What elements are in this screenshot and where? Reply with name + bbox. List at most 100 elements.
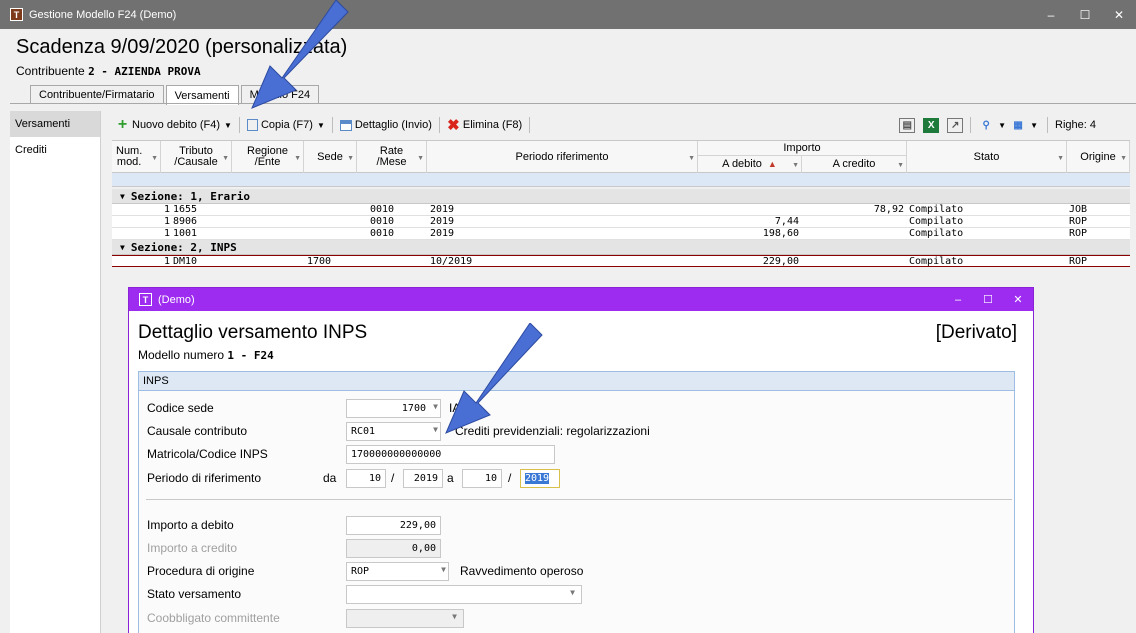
col-tributo[interactable]: Tributo /Causale ▼ bbox=[161, 141, 232, 173]
col-periodo[interactable]: Periodo riferimento ▼ bbox=[427, 141, 698, 173]
chevron-down-icon[interactable]: ▼ bbox=[1057, 153, 1064, 164]
cell-tributo: 8906 bbox=[173, 216, 198, 227]
section-header[interactable]: ▼ Sezione: 1, Erario bbox=[112, 189, 1130, 204]
new-debit-button[interactable]: + Nuovo debito (F4) ▼ bbox=[112, 115, 236, 135]
detail-label: Dettaglio (Invio) bbox=[354, 119, 432, 131]
window-titlebar: T Gestione Modello F24 (Demo) – ☐ ✕ bbox=[0, 0, 1136, 29]
causale-select[interactable]: RC01 ▼ bbox=[346, 422, 441, 441]
col-importo: Importo bbox=[698, 141, 907, 156]
chevron-down-icon[interactable]: ▼ bbox=[570, 588, 575, 597]
cell-tributo: 1655 bbox=[173, 204, 198, 215]
chevron-down-icon[interactable]: ▼ bbox=[792, 160, 799, 171]
detail-button[interactable]: Dettaglio (Invio) bbox=[336, 115, 436, 135]
minimize-icon[interactable]: – bbox=[943, 294, 973, 306]
col-sede[interactable]: Sede ▼ bbox=[304, 141, 357, 173]
chevron-down-icon[interactable]: ▼ bbox=[688, 153, 695, 164]
table-row[interactable]: 1 8906 0010 2019 7,44 Compilato ROP bbox=[112, 216, 1130, 228]
dettaglio-dialog: T (Demo) – ☐ ✕ Dettaglio versamento INPS… bbox=[128, 287, 1034, 633]
cell-periodo: 10/2019 bbox=[430, 256, 473, 267]
codice-sede-value: 1700 bbox=[401, 403, 426, 414]
copy-label: Copia (F7) bbox=[260, 119, 313, 131]
col-origine-label: Origine bbox=[1080, 150, 1116, 163]
table-row[interactable]: 1 1001 0010 2019 198,60 Compilato ROP bbox=[112, 228, 1130, 240]
sidebar-item-versamenti[interactable]: Versamenti bbox=[10, 111, 100, 137]
maximize-icon[interactable]: ☐ bbox=[973, 293, 1003, 306]
section-header[interactable]: ▼ Sezione: 2, INPS bbox=[112, 240, 1130, 255]
periodo-mese-da-input[interactable]: 10 bbox=[346, 469, 386, 488]
close-icon[interactable]: ✕ bbox=[1003, 293, 1033, 306]
tab-contribuente[interactable]: Contribuente/Firmatario bbox=[30, 85, 164, 104]
periodo-anno-a-input[interactable]: 2019 bbox=[520, 469, 560, 488]
table-row[interactable]: 1 1655 0010 2019 78,92 Compilato JOB bbox=[112, 204, 1130, 216]
chevron-down-icon[interactable]: ▼ bbox=[441, 565, 446, 574]
col-tributo-label: Tributo /Causale bbox=[174, 145, 218, 168]
grid-header: Num. mod. ▼ Tributo /Causale ▼ Regione /En… bbox=[112, 141, 1130, 173]
cell-debito: 7,44 bbox=[774, 216, 799, 227]
excel-icon[interactable]: X bbox=[923, 117, 940, 133]
cell-periodo: 2019 bbox=[430, 216, 455, 227]
minimize-icon[interactable]: – bbox=[1034, 8, 1068, 22]
sidebar-item-crediti[interactable]: Crediti bbox=[10, 137, 100, 163]
collapse-triangle-icon[interactable]: ▼ bbox=[120, 192, 125, 201]
col-num-label: Num. mod. bbox=[116, 145, 143, 168]
table-row-selected[interactable]: 1 DM10 1700 10/2019 229,00 Compilato ROP bbox=[112, 255, 1130, 267]
matricola-input[interactable]: 170000000000000 bbox=[346, 445, 555, 464]
col-origine[interactable]: Origine ▼ bbox=[1067, 141, 1130, 173]
cell-stato: Compilato bbox=[909, 256, 964, 267]
filter-row[interactable] bbox=[112, 173, 1130, 187]
col-credito[interactable]: A credito ▼ bbox=[802, 156, 907, 173]
versamenti-grid: Num. mod. ▼ Tributo /Causale ▼ Regione /En… bbox=[112, 140, 1130, 267]
section-label: Sezione: 1, Erario bbox=[130, 189, 251, 203]
periodo-anno-da-input[interactable]: 2019 bbox=[403, 469, 443, 488]
delete-button[interactable]: ✖ Elimina (F8) bbox=[443, 115, 526, 135]
chevron-down-icon[interactable]: ▼ bbox=[224, 121, 232, 130]
chevron-down-icon[interactable]: ▼ bbox=[151, 153, 158, 164]
cell-origine: JOB bbox=[1069, 204, 1088, 215]
toolbar-separator bbox=[438, 117, 440, 133]
columns-icon[interactable]: ▦ bbox=[1010, 118, 1026, 133]
importo-debito-input[interactable]: 229,00 bbox=[346, 516, 441, 535]
causale-value: RC01 bbox=[351, 426, 376, 437]
print-preview-icon[interactable]: ▤ bbox=[899, 117, 916, 133]
importo-credito-input: 0,00 bbox=[346, 539, 441, 558]
periodo-m2: 10 bbox=[484, 473, 497, 484]
contribuente-label: Contribuente bbox=[16, 64, 85, 78]
col-stato[interactable]: Stato ▼ bbox=[907, 141, 1067, 173]
tab-versamenti[interactable]: Versamenti bbox=[165, 85, 239, 105]
codice-sede-label: Codice sede bbox=[147, 401, 214, 415]
toolbar-separator bbox=[529, 117, 531, 133]
chevron-down-icon[interactable]: ▼ bbox=[1030, 121, 1038, 130]
toolbar-right: ▤ X ↗ ⚲ ▼ ▦ ▼ Righe: 4 bbox=[895, 114, 1096, 136]
chevron-down-icon[interactable]: ▼ bbox=[897, 160, 904, 171]
window-title: Gestione Modello F24 (Demo) bbox=[29, 8, 177, 21]
col-stato-label: Stato bbox=[973, 150, 1000, 163]
codice-sede-select[interactable]: 1700 ▼ bbox=[346, 399, 441, 418]
toolbar-separator bbox=[238, 117, 240, 133]
chevron-down-icon[interactable]: ▼ bbox=[222, 153, 229, 164]
importo-credito-value: 0,00 bbox=[411, 543, 436, 554]
chevron-down-icon[interactable]: ▼ bbox=[417, 153, 424, 164]
col-debito[interactable]: A debito ▲ ▼ bbox=[698, 156, 802, 173]
col-rate[interactable]: Rate /Mese ▼ bbox=[357, 141, 427, 173]
close-icon[interactable]: ✕ bbox=[1102, 8, 1136, 22]
search-filter-icon[interactable]: ⚲ bbox=[978, 118, 994, 133]
copy-icon bbox=[246, 119, 258, 131]
copy-button[interactable]: Copia (F7) ▼ bbox=[243, 115, 329, 135]
chevron-down-icon[interactable]: ▼ bbox=[998, 121, 1006, 130]
chevron-down-icon[interactable]: ▼ bbox=[294, 153, 301, 164]
collapse-triangle-icon[interactable]: ▼ bbox=[120, 243, 125, 252]
chevron-down-icon[interactable]: ▼ bbox=[317, 121, 325, 130]
periodo-mese-a-input[interactable]: 10 bbox=[462, 469, 502, 488]
maximize-icon[interactable]: ☐ bbox=[1068, 8, 1102, 22]
annotation-arrow-dialog bbox=[445, 323, 543, 434]
procedura-select[interactable]: ROP ▼ bbox=[346, 562, 449, 581]
col-regione[interactable]: Regione /Ente ▼ bbox=[232, 141, 304, 173]
chevron-down-icon[interactable]: ▼ bbox=[347, 153, 354, 164]
periodo-y2: 2019 bbox=[525, 473, 550, 484]
toolbar-separator bbox=[331, 117, 333, 133]
export-icon[interactable]: ↗ bbox=[947, 117, 964, 133]
col-regione-label: Regione /Ente bbox=[247, 145, 288, 168]
stato-versamento-select[interactable]: ▼ bbox=[346, 585, 582, 604]
chevron-down-icon[interactable]: ▼ bbox=[1120, 153, 1127, 164]
col-num[interactable]: Num. mod. ▼ bbox=[112, 141, 161, 173]
